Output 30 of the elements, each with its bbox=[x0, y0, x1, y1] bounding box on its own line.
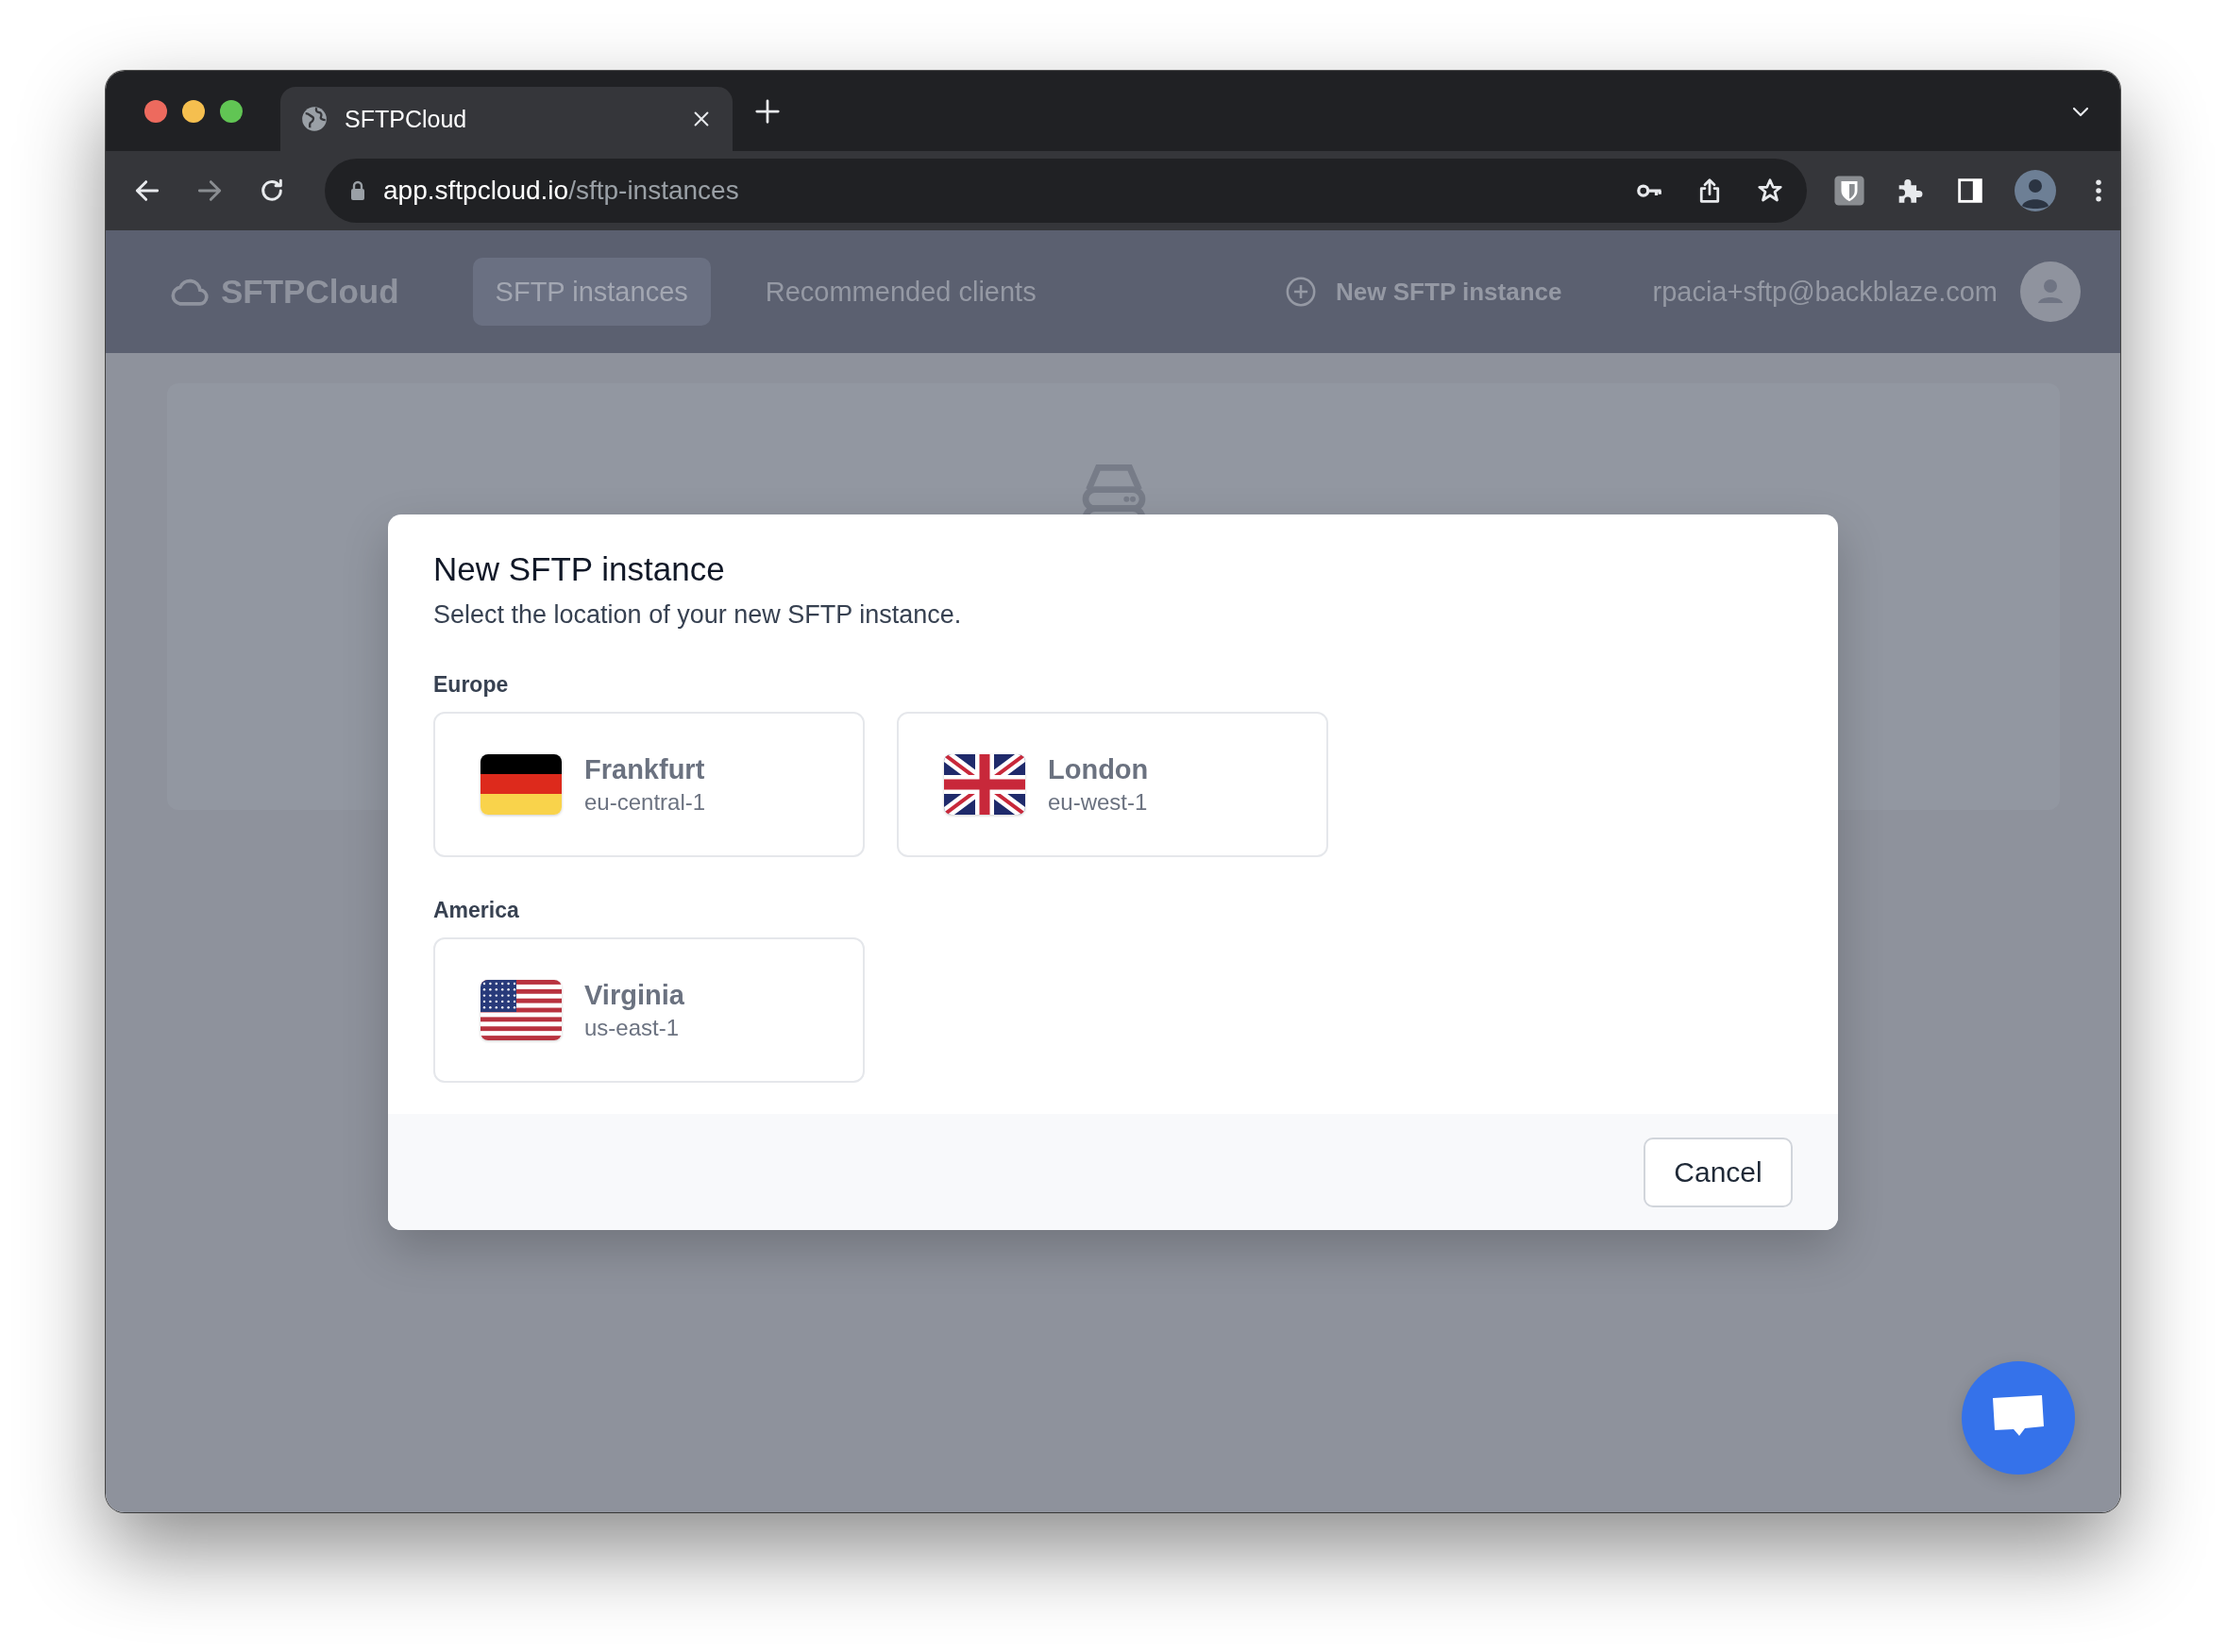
shield-icon[interactable] bbox=[1833, 175, 1865, 207]
region-code: eu-west-1 bbox=[1048, 788, 1149, 816]
location-card[interactable]: Frankfurt eu-central-1 bbox=[433, 712, 865, 857]
lock-icon bbox=[349, 179, 366, 202]
germany-flag-icon bbox=[481, 754, 562, 815]
tab-title: SFTPCloud bbox=[345, 105, 468, 133]
close-window-button[interactable] bbox=[144, 100, 167, 123]
united-kingdom-flag-icon bbox=[944, 754, 1025, 815]
region-code: eu-central-1 bbox=[584, 788, 706, 816]
united-states-flag-icon bbox=[481, 980, 562, 1040]
url-text: app.sftpcloud.io/sftp-instances bbox=[383, 176, 740, 206]
address-bar[interactable]: app.sftpcloud.io/sftp-instances bbox=[325, 159, 1807, 223]
location-card[interactable]: Virginia us-east-1 bbox=[433, 937, 865, 1083]
minimize-window-button[interactable] bbox=[182, 100, 205, 123]
plus-circle-icon bbox=[1285, 276, 1318, 308]
region-heading: America bbox=[433, 897, 520, 923]
user-email: rpacia+sftp@backblaze.com bbox=[1652, 276, 1998, 308]
dialog-title: New SFTP instance bbox=[433, 549, 726, 589]
dialog-subtitle: Select the location of your new SFTP instance. bbox=[433, 599, 963, 631]
region-code: us-east-1 bbox=[584, 1014, 681, 1041]
globe-icon bbox=[301, 106, 328, 132]
city-name: Frankfurt bbox=[584, 753, 706, 785]
browser-tab[interactable]: SFTPCloud bbox=[280, 87, 733, 151]
profile-avatar-icon[interactable] bbox=[2015, 170, 2056, 211]
city-name: London bbox=[1048, 753, 1149, 785]
cancel-button[interactable]: Cancel bbox=[1644, 1137, 1793, 1207]
zoom-window-button[interactable] bbox=[220, 100, 243, 123]
city-name: Virginia bbox=[584, 979, 684, 1011]
region-heading: Europe bbox=[433, 671, 510, 698]
location-card[interactable]: London eu-west-1 bbox=[897, 712, 1328, 857]
